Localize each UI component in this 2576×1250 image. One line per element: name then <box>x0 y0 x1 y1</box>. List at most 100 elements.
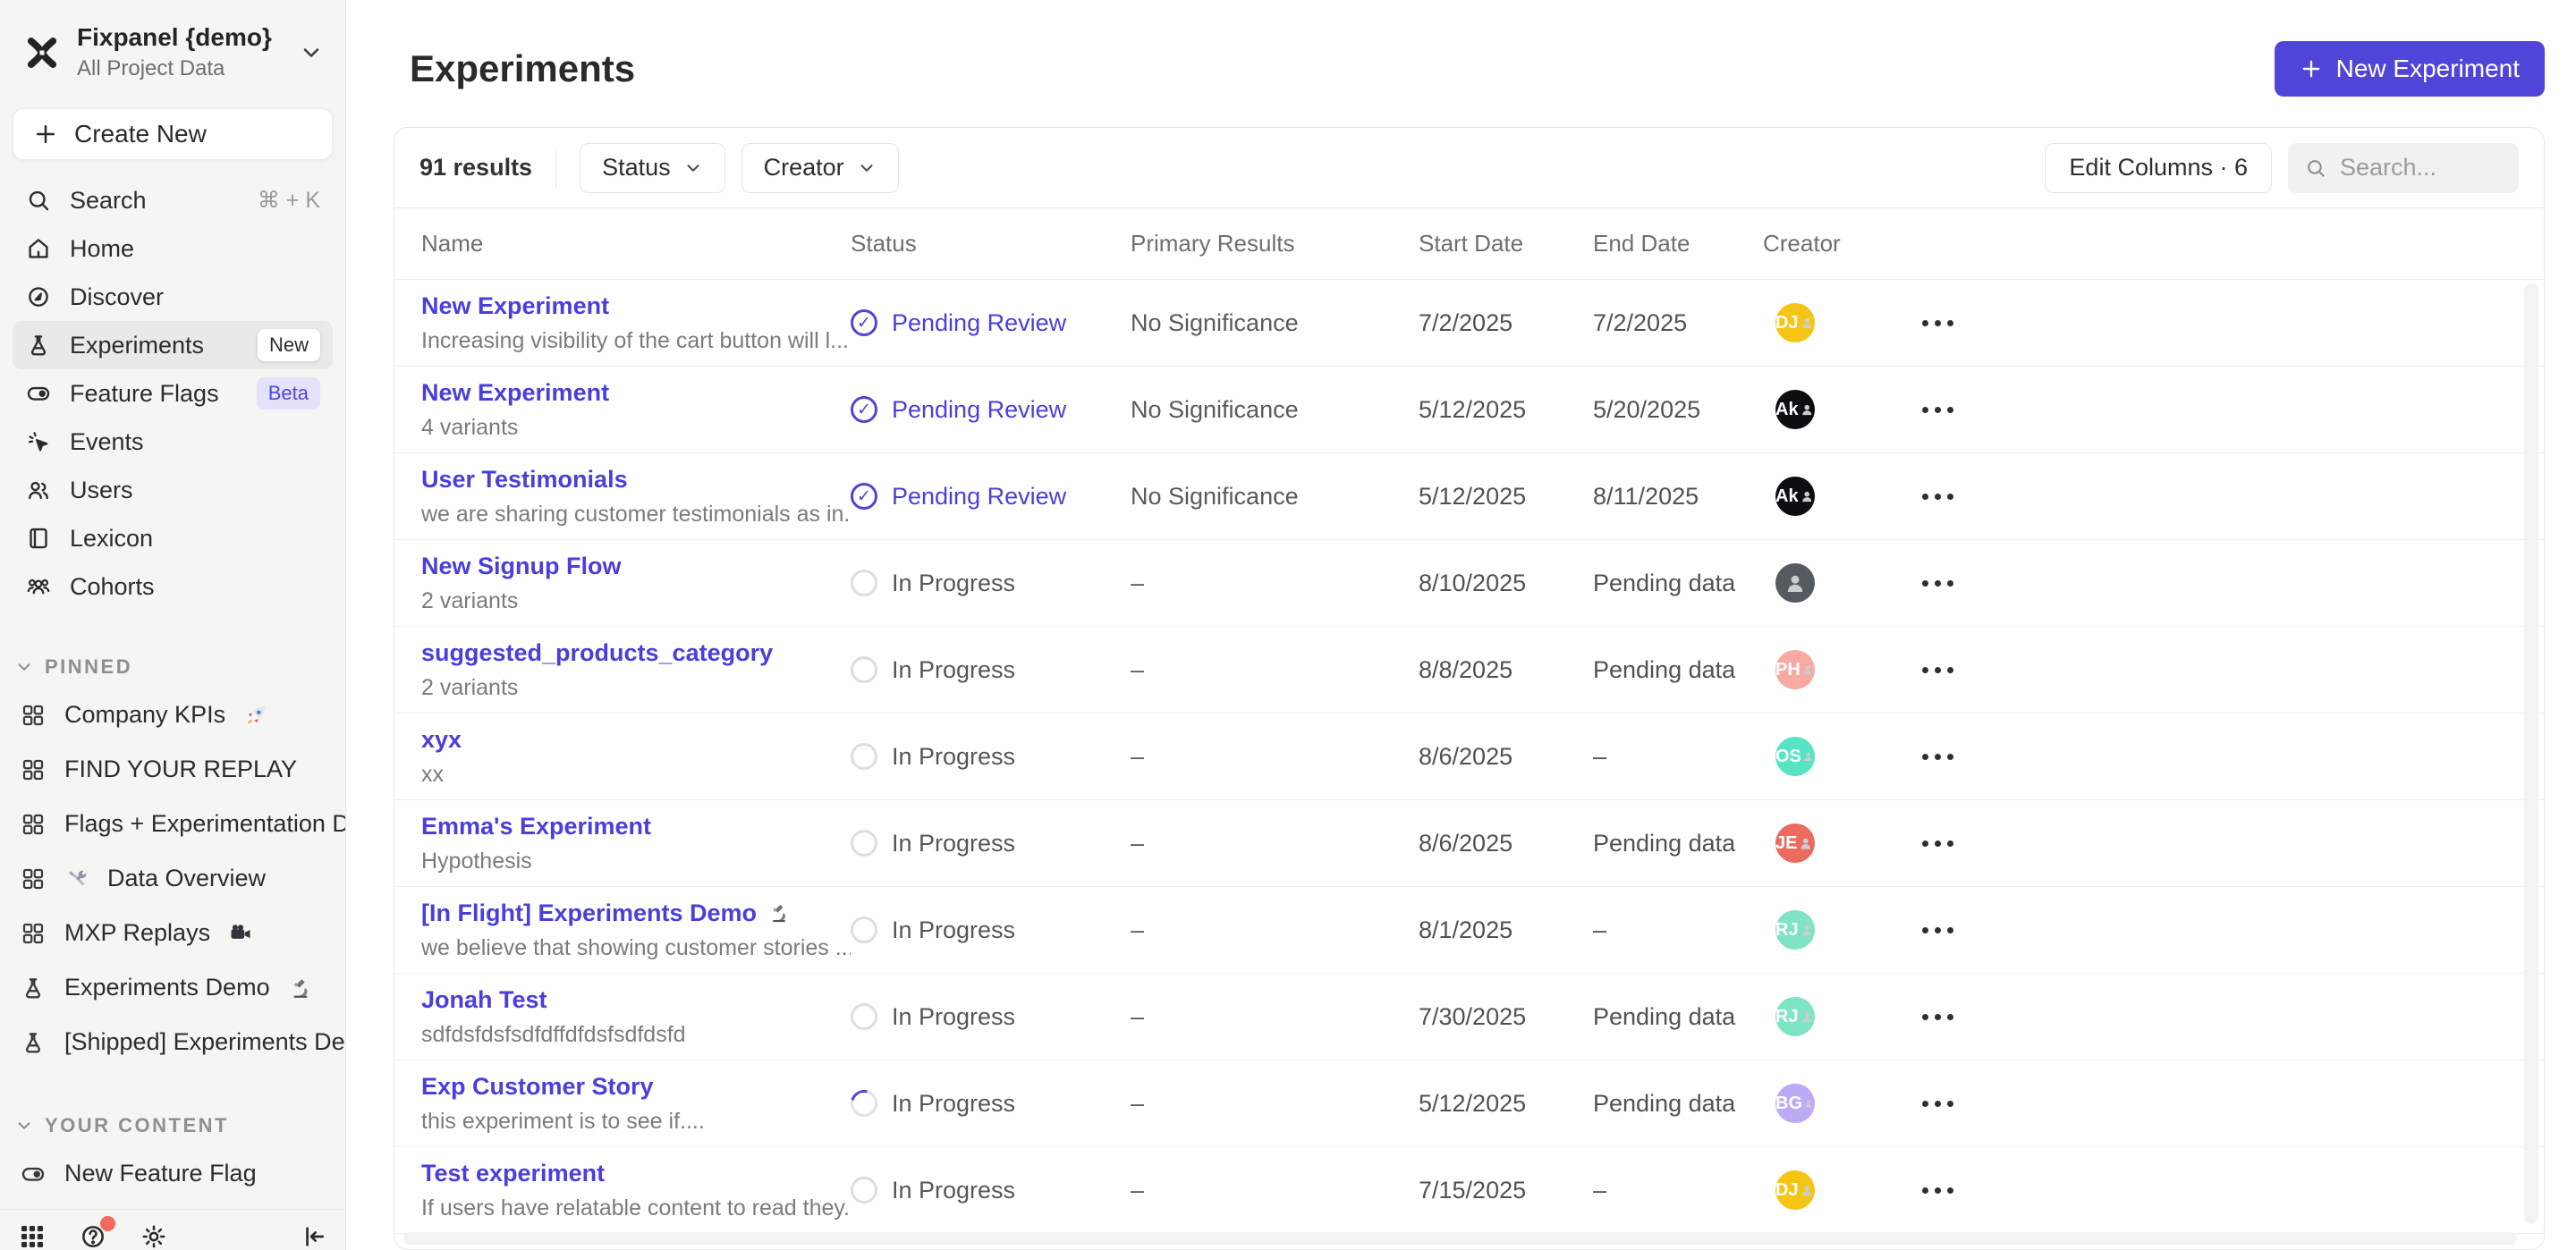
experiment-name-link[interactable]: New Signup Flow <box>421 553 622 580</box>
your-content-item-new-feature-flag[interactable]: New Feature Flag <box>0 1146 345 1201</box>
row-actions-button[interactable] <box>1915 840 2022 847</box>
experiment-subtitle: we believe that showing customer stories… <box>421 935 851 961</box>
home-icon <box>25 235 52 262</box>
column-header-primary-results[interactable]: Primary Results <box>1131 230 1419 258</box>
column-header-status[interactable]: Status <box>851 230 1131 258</box>
apps-grid-icon[interactable] <box>18 1222 47 1250</box>
table-row: suggested_products_category 2 variants I… <box>394 627 2544 714</box>
status-cell: In Progress <box>851 1090 1131 1118</box>
collapse-sidebar-icon[interactable] <box>299 1222 327 1250</box>
column-header-creator[interactable]: Creator <box>1763 230 1915 258</box>
status-label: In Progress <box>892 1003 1015 1031</box>
sidebar-item-lexicon[interactable]: Lexicon <box>13 514 333 562</box>
experiment-name-link[interactable]: User Testimonials <box>421 466 628 494</box>
pinned-item-data-overview[interactable]: Data Overview <box>0 851 345 906</box>
experiment-name-link[interactable]: Exp Customer Story <box>421 1073 654 1101</box>
status-filter-button[interactable]: Status <box>580 143 725 193</box>
row-actions-button[interactable] <box>1915 927 2022 933</box>
experiment-name-link[interactable]: [In Flight] Experiments Demo <box>421 899 757 927</box>
row-actions-button[interactable] <box>1915 1014 2022 1020</box>
project-switcher[interactable]: Fixpanel {demo} All Project Data <box>0 0 345 87</box>
flask-icon <box>25 332 52 359</box>
experiment-name-link[interactable]: Emma's Experiment <box>421 813 651 840</box>
sidebar-item-cohorts[interactable]: Cohorts <box>13 562 333 611</box>
experiment-subtitle: 4 variants <box>421 415 851 441</box>
table-row: Emma's Experiment Hypothesis In Progress… <box>394 800 2544 887</box>
plus-icon <box>2300 57 2323 80</box>
book-icon <box>25 525 52 552</box>
results-count: 91 results <box>419 154 532 182</box>
new-experiment-button[interactable]: New Experiment <box>2275 41 2545 97</box>
person-photo-icon <box>1801 656 1815 683</box>
row-actions-button[interactable] <box>1915 754 2022 760</box>
pinned-item-shipped-experiments-demo[interactable]: [Shipped] Experiments Demo <box>0 1015 345 1069</box>
row-actions-button[interactable] <box>1915 494 2022 500</box>
status-label: Pending Review <box>892 483 1066 511</box>
experiment-name-link[interactable]: New Experiment <box>421 292 609 320</box>
primary-results-cell: – <box>1131 1003 1419 1031</box>
pinned-item-find-your-replay[interactable]: FIND YOUR REPLAY <box>0 742 345 797</box>
sidebar-item-events[interactable]: Events <box>13 418 333 466</box>
avatar <box>1775 563 1815 603</box>
avatar-initials: RJ <box>1775 920 1799 941</box>
table-body: New Experiment Increasing visibility of … <box>394 280 2544 1234</box>
your-content-section-header[interactable]: YOUR CONTENT <box>0 1107 345 1146</box>
search-input[interactable] <box>2340 154 2503 182</box>
experiment-subtitle: 2 variants <box>421 588 851 614</box>
experiment-name-link[interactable]: Test experiment <box>421 1160 605 1187</box>
row-actions-button[interactable] <box>1915 580 2022 587</box>
sidebar-item-experiments[interactable]: Experiments New <box>13 321 333 369</box>
table-row: New Signup Flow 2 variants In Progress –… <box>394 540 2544 627</box>
row-actions-button[interactable] <box>1915 407 2022 413</box>
chevron-down-icon <box>14 657 34 677</box>
edit-columns-button[interactable]: Edit Columns · 6 <box>2045 143 2272 193</box>
name-cell: New Experiment Increasing visibility of … <box>421 292 851 354</box>
column-header-start-date[interactable]: Start Date <box>1419 230 1593 258</box>
creator-filter-button[interactable]: Creator <box>741 143 899 193</box>
pinned-item-mxp-replays[interactable]: MXP Replays <box>0 906 345 960</box>
sidebar-item-feature-flags[interactable]: Feature Flags Beta <box>13 369 333 418</box>
project-name: Fixpanel {demo} <box>77 23 272 52</box>
row-actions-button[interactable] <box>1915 1187 2022 1194</box>
experiment-name-link[interactable]: New Experiment <box>421 379 609 407</box>
create-new-button[interactable]: Create New <box>13 108 333 160</box>
board-icon <box>20 866 47 892</box>
creator-cell: JE <box>1763 823 1915 863</box>
beta-badge: Beta <box>257 377 320 410</box>
pinned-item-experiments-demo[interactable]: Experiments Demo <box>0 960 345 1015</box>
status-label: In Progress <box>892 1177 1015 1204</box>
experiment-name-link[interactable]: Jonah Test <box>421 986 547 1014</box>
end-date-cell: Pending data <box>1593 656 1763 684</box>
sidebar-item-search[interactable]: Search ⌘ + K <box>13 176 333 224</box>
person-photo-icon <box>1799 1177 1815 1204</box>
pinned-item-company-kpis[interactable]: Company KPIs <box>0 688 345 742</box>
column-header-end-date[interactable]: End Date <box>1593 230 1763 258</box>
sidebar-item-discover[interactable]: Discover <box>13 273 333 321</box>
start-date-cell: 5/12/2025 <box>1419 396 1593 424</box>
sidebar-item-label: Cohorts <box>70 573 155 601</box>
experiment-name-link[interactable]: suggested_products_category <box>421 639 773 667</box>
start-date-cell: 8/6/2025 <box>1419 830 1593 857</box>
page-header: Experiments New Experiment <box>394 0 2545 127</box>
column-header-name[interactable]: Name <box>421 230 851 258</box>
sidebar-item-users[interactable]: Users <box>13 466 333 514</box>
avatar: DJ <box>1775 1170 1815 1210</box>
movie-camera-emoji-icon <box>228 921 253 946</box>
gear-icon[interactable] <box>140 1222 168 1250</box>
keyboard-shortcut: ⌘ + K <box>258 187 320 214</box>
status-label: In Progress <box>892 916 1015 944</box>
pinned-section-header[interactable]: PINNED <box>0 648 345 688</box>
row-actions-button[interactable] <box>1915 320 2022 326</box>
experiment-name-link[interactable]: xyx <box>421 726 462 754</box>
avatar-initials: RJ <box>1775 1007 1799 1027</box>
sidebar-item-home[interactable]: Home <box>13 224 333 273</box>
board-icon <box>20 811 47 838</box>
vertical-scrollbar[interactable] <box>2524 283 2538 1224</box>
name-cell: Emma's Experiment Hypothesis <box>421 813 851 874</box>
row-actions-button[interactable] <box>1915 667 2022 673</box>
primary-results-cell: – <box>1131 916 1419 944</box>
row-actions-button[interactable] <box>1915 1101 2022 1107</box>
horizontal-scrollbar[interactable] <box>403 1232 2517 1245</box>
help-icon[interactable] <box>79 1222 107 1250</box>
pinned-item-flags-experimentation-demo[interactable]: Flags + Experimentation Demo <box>0 797 345 851</box>
